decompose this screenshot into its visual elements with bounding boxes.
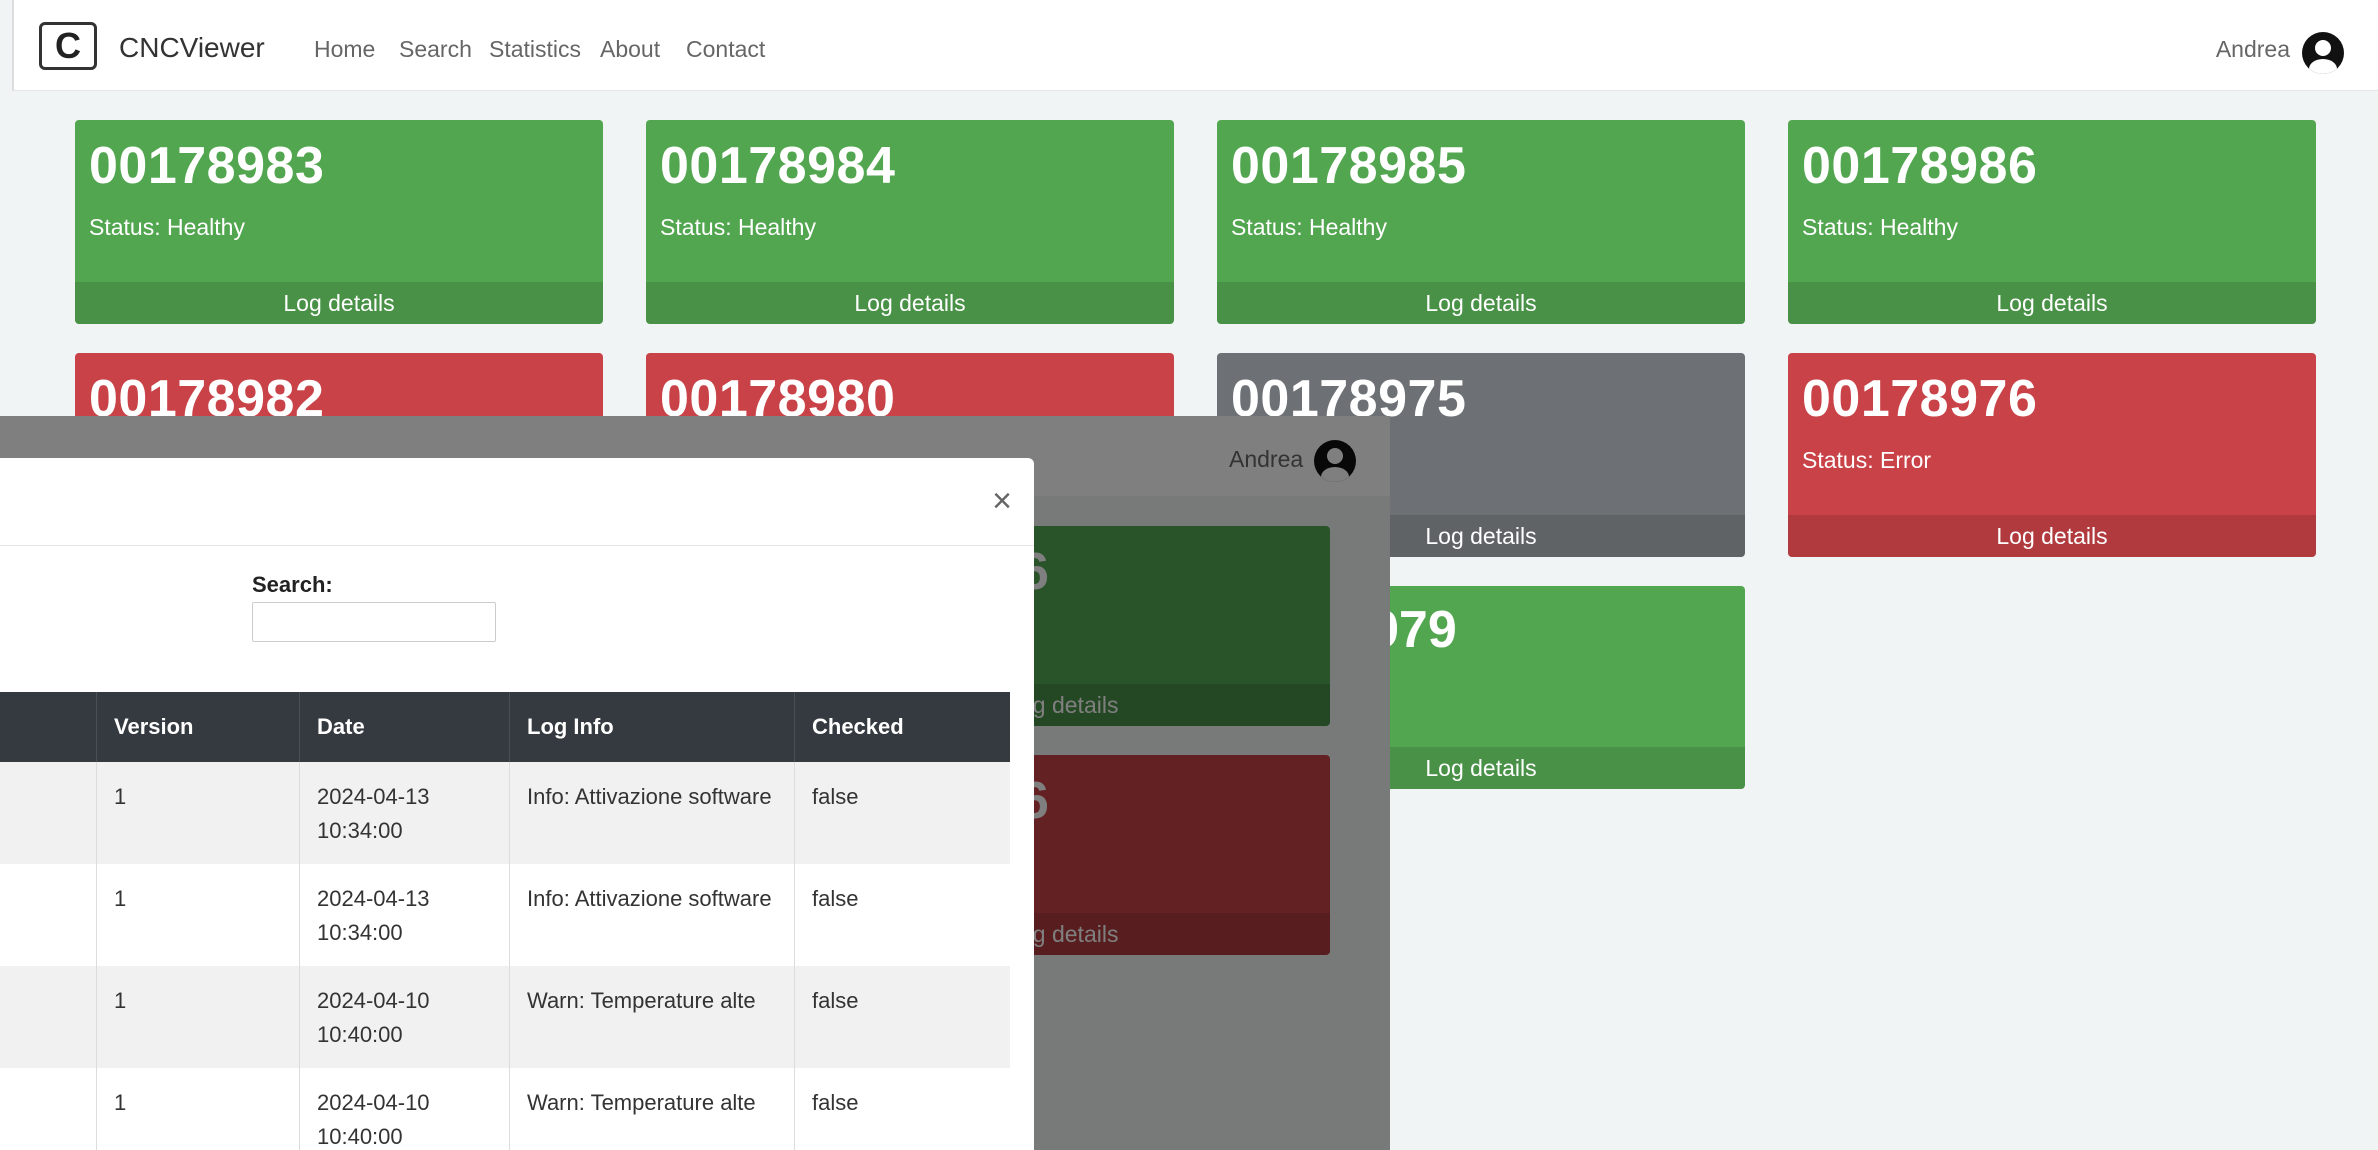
nav-statistics[interactable]: Statistics: [489, 36, 581, 63]
machine-status: Status: Error: [1802, 447, 1932, 473]
modal-header: ×: [0, 458, 1034, 546]
log-details-modal: × Search: Version Date Log Info Checked …: [0, 458, 1034, 1150]
machine-status: Status: Healthy: [660, 214, 816, 240]
cell-log-info: Warn: Temperature alte: [509, 1068, 795, 1150]
nav-about[interactable]: About: [600, 36, 660, 63]
search-input[interactable]: [252, 602, 496, 642]
cell-hidden: [0, 966, 97, 1068]
nav-search[interactable]: Search: [399, 36, 472, 63]
machine-id: 00178985: [1231, 137, 1467, 195]
machine-card: 00178984 Status: Healthy Log details: [646, 120, 1174, 324]
cell-hidden: [0, 1068, 97, 1150]
table-row[interactable]: 1 2024-04-13 10:34:00 Info: Attivazione …: [0, 864, 1010, 966]
cell-date: 2024-04-13 10:34:00: [299, 864, 510, 966]
user-avatar-icon[interactable]: [2302, 32, 2344, 74]
log-details-link[interactable]: Log details: [75, 282, 603, 324]
machine-id: 00178986: [1802, 137, 2038, 195]
close-icon[interactable]: ×: [992, 484, 1012, 518]
brand-logo[interactable]: C: [39, 22, 97, 70]
user-name[interactable]: Andrea: [2216, 36, 2290, 63]
cell-version: 1: [96, 1068, 300, 1150]
table-row[interactable]: 1 2024-04-10 10:40:00 Warn: Temperature …: [0, 966, 1010, 1068]
logs-table: Version Date Log Info Checked 1 2024-04-…: [0, 692, 1010, 1150]
machine-id: 00178984: [660, 137, 896, 195]
cell-checked: false: [794, 966, 1010, 1068]
cell-date: 2024-04-10 10:40:00: [299, 966, 510, 1068]
log-details-link[interactable]: Log details: [1788, 282, 2316, 324]
cell-hidden: [0, 762, 97, 864]
column-header-checked[interactable]: Checked: [794, 692, 1010, 762]
cell-log-info: Info: Attivazione software: [509, 762, 795, 864]
machine-card: 00178985 Status: Healthy Log details: [1217, 120, 1745, 324]
machine-id: 00178983: [89, 137, 325, 195]
column-header-log-info[interactable]: Log Info: [509, 692, 795, 762]
nav-contact[interactable]: Contact: [686, 36, 765, 63]
machine-card: 00178976 Status: Error Log details: [1788, 353, 2316, 557]
search-label: Search:: [252, 572, 333, 597]
table-row[interactable]: 1 2024-04-13 10:34:00 Info: Attivazione …: [0, 762, 1010, 864]
column-header-hidden[interactable]: [0, 692, 97, 762]
table-row[interactable]: 1 2024-04-10 10:40:00 Warn: Temperature …: [0, 1068, 1010, 1150]
machine-id: 00178976: [1802, 370, 2038, 428]
log-details-link[interactable]: Log details: [1788, 515, 2316, 557]
cell-checked: false: [794, 762, 1010, 864]
top-navbar: C CNCViewer Home Search Statistics About…: [12, 0, 2378, 91]
brand-name[interactable]: CNCViewer: [119, 32, 265, 64]
cell-version: 1: [96, 864, 300, 966]
cell-date: 2024-04-13 10:34:00: [299, 762, 510, 864]
cell-date: 2024-04-10 10:40:00: [299, 1068, 510, 1150]
column-header-date[interactable]: Date: [299, 692, 510, 762]
cell-hidden: [0, 864, 97, 966]
column-header-version[interactable]: Version: [96, 692, 300, 762]
cell-log-info: Warn: Temperature alte: [509, 966, 795, 1068]
nav-home[interactable]: Home: [314, 36, 375, 63]
machine-status: Status: Healthy: [1231, 214, 1387, 240]
machine-status: Status: Healthy: [1802, 214, 1958, 240]
machine-card: 00178983 Status: Healthy Log details: [75, 120, 603, 324]
cell-checked: false: [794, 1068, 1010, 1150]
log-details-link[interactable]: Log details: [646, 282, 1174, 324]
log-details-link[interactable]: Log details: [1217, 282, 1745, 324]
cell-checked: false: [794, 864, 1010, 966]
cell-version: 1: [96, 762, 300, 864]
machine-status: Status: Healthy: [89, 214, 245, 240]
machine-card: 00178986 Status: Healthy Log details: [1788, 120, 2316, 324]
cell-version: 1: [96, 966, 300, 1068]
cell-log-info: Info: Attivazione software: [509, 864, 795, 966]
